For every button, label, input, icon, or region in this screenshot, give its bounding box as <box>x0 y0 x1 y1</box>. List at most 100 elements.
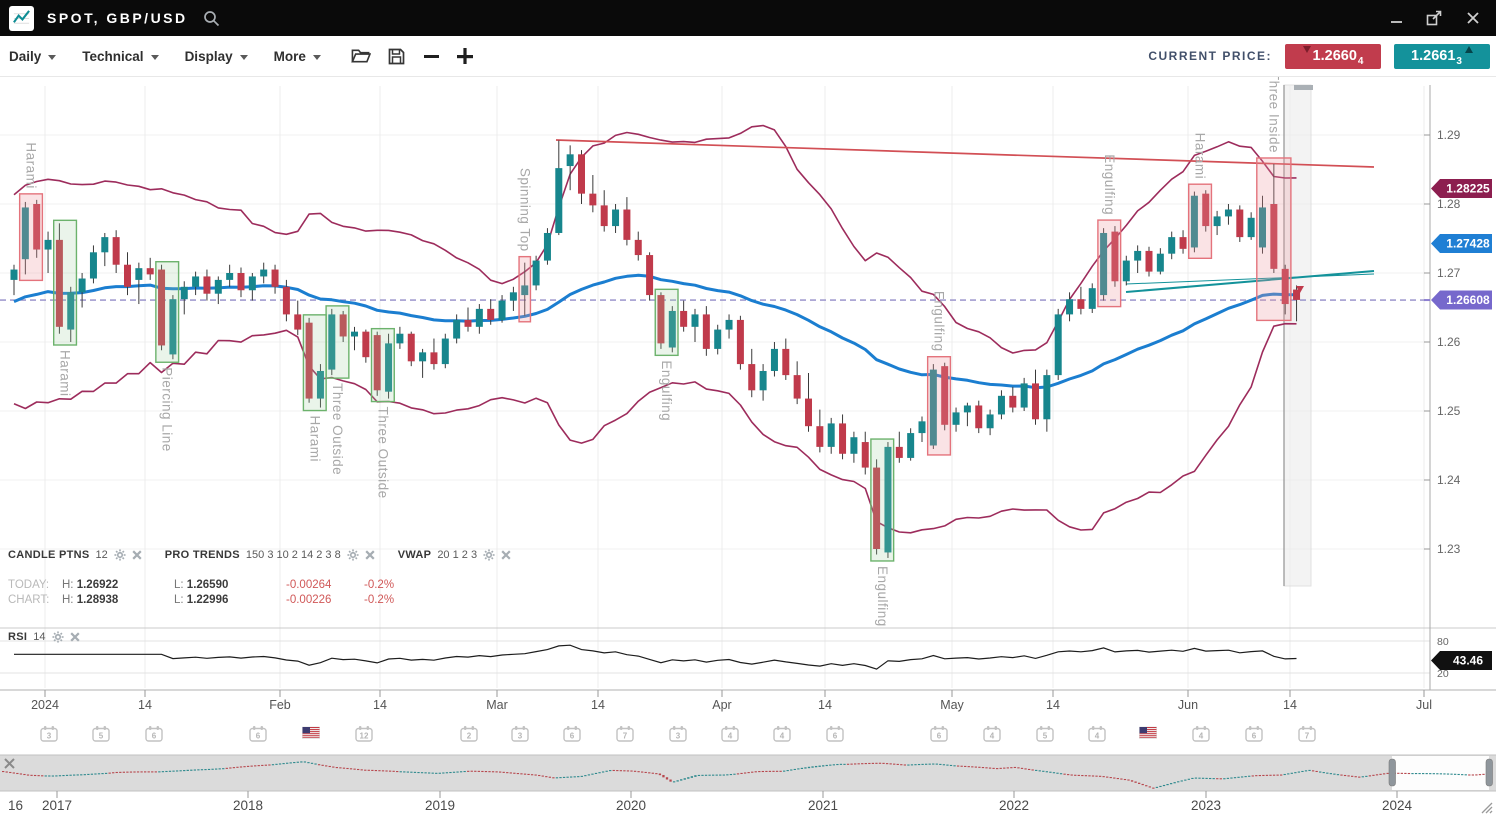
pattern-box-engulfing[interactable] <box>871 439 894 561</box>
pattern-box-harami[interactable] <box>20 194 43 281</box>
rsi-line <box>14 645 1297 669</box>
indicator-rsi: RSI14 <box>8 631 80 643</box>
calendar-event-icon[interactable]: 7 <box>617 726 633 741</box>
candle <box>623 210 630 240</box>
candle <box>1077 299 1084 309</box>
us-flag-icon[interactable] <box>1140 727 1157 739</box>
svg-text:43.46: 43.46 <box>1453 654 1483 668</box>
price-axis-label: 1.27 <box>1437 266 1461 280</box>
calendar-event-icon[interactable]: 4 <box>1193 726 1209 741</box>
navigator-handle-right[interactable] <box>1486 759 1493 786</box>
timeframe-dropdown[interactable]: Daily <box>9 49 56 64</box>
calendar-event-icon[interactable]: 12 <box>356 726 372 741</box>
navigator-handle-left[interactable] <box>1389 759 1396 786</box>
display-dropdown[interactable]: Display <box>185 49 248 64</box>
chart-canvas: HaramiHaramiPiercing LineHaramiThree Out… <box>0 0 1496 822</box>
price-axis-label: 1.28 <box>1437 197 1461 211</box>
settings-icon[interactable] <box>114 549 126 561</box>
candle <box>430 352 437 364</box>
zoom-out-button[interactable] <box>424 54 440 59</box>
candle <box>919 421 926 433</box>
technical-dropdown[interactable]: Technical <box>82 49 158 64</box>
calendar-event-icon[interactable]: 6 <box>827 726 843 741</box>
candle <box>771 349 778 371</box>
candle <box>283 287 290 315</box>
bid-price-badge: 1.26604 <box>1285 44 1381 69</box>
candle <box>499 301 506 320</box>
calendar-event-icon[interactable]: 3 <box>41 726 57 741</box>
more-dropdown[interactable]: More <box>274 49 321 64</box>
minimize-button[interactable] <box>1390 12 1403 24</box>
pattern-label: Engulfing <box>875 566 890 627</box>
trendline[interactable] <box>556 140 1374 167</box>
settings-icon[interactable] <box>483 549 495 561</box>
calendar-event-icon[interactable]: 6 <box>146 726 162 741</box>
close-button[interactable] <box>1466 11 1480 25</box>
pattern-box-harami[interactable] <box>303 315 326 411</box>
candle <box>1157 254 1164 272</box>
search-icon[interactable] <box>203 10 220 27</box>
candle <box>816 426 823 447</box>
calendar-event-icon[interactable]: 4 <box>984 726 1000 741</box>
calendar-event-icon[interactable]: 2 <box>461 726 477 741</box>
settings-icon[interactable] <box>52 631 64 643</box>
chart-stats-row: CHART: H: 1.28938 L: 1.22996 -0.00226 -0… <box>8 594 442 606</box>
calendar-event-icon[interactable]: 4 <box>722 726 738 741</box>
svg-text:3: 3 <box>47 731 52 740</box>
trendline[interactable] <box>1126 271 1374 292</box>
candle <box>249 276 256 290</box>
candle <box>555 168 562 233</box>
candle <box>646 255 653 295</box>
candle <box>192 276 199 286</box>
candle <box>408 334 415 362</box>
year-label: 2023 <box>1191 798 1221 813</box>
calendar-event-icon[interactable]: 3 <box>670 726 686 741</box>
calendar-event-icon[interactable]: 6 <box>250 726 266 741</box>
pattern-label: Engulfing <box>932 291 947 352</box>
remove-indicator-icon[interactable] <box>70 632 80 642</box>
remove-indicator-icon[interactable] <box>132 550 142 560</box>
pattern-box-harami[interactable] <box>1189 184 1212 258</box>
calendar-event-icon[interactable]: 5 <box>1037 726 1053 741</box>
pattern-box-three-inside[interactable] <box>1257 158 1291 320</box>
candle <box>124 265 131 287</box>
calendar-event-icon[interactable]: 3 <box>512 726 528 741</box>
resize-handle[interactable] <box>1482 803 1492 813</box>
calendar-event-icon[interactable]: 5 <box>93 726 109 741</box>
candle <box>714 330 721 349</box>
popout-button[interactable] <box>1426 10 1443 26</box>
pattern-box-piercing-line[interactable] <box>156 262 179 363</box>
open-folder-button[interactable] <box>351 48 371 64</box>
pattern-box-engulfing[interactable] <box>928 357 951 455</box>
calendar-event-icon[interactable]: 4 <box>774 726 790 741</box>
save-button[interactable] <box>388 48 405 65</box>
remove-indicator-icon[interactable] <box>365 550 375 560</box>
zoom-in-button[interactable] <box>457 48 474 65</box>
candle <box>692 314 699 326</box>
pattern-box-engulfing[interactable] <box>655 289 678 355</box>
calendar-event-icon[interactable]: 6 <box>931 726 947 741</box>
timeline-navigator[interactable]: 1620172018201920202021202220232024 <box>0 755 1496 813</box>
settings-icon[interactable] <box>347 549 359 561</box>
calendar-event-icon[interactable]: 6 <box>564 726 580 741</box>
pattern-box-spinning-top[interactable] <box>519 257 530 322</box>
candle <box>442 339 449 365</box>
candle <box>805 399 812 427</box>
price-axis-label: 1.29 <box>1437 128 1461 142</box>
toolbar: Daily Technical Display More CURRENT PRI… <box>0 36 1496 77</box>
remove-indicator-icon[interactable] <box>501 550 511 560</box>
pattern-box-three-outside[interactable] <box>326 306 349 378</box>
pattern-box-three-outside[interactable] <box>372 329 395 402</box>
candle <box>1146 251 1153 272</box>
calendar-event-icon[interactable]: 6 <box>1246 726 1262 741</box>
pattern-label: Engulfing <box>659 360 674 421</box>
candle <box>113 237 120 265</box>
calendar-event-icon[interactable]: 4 <box>1089 726 1105 741</box>
year-label: 2021 <box>808 798 838 813</box>
candle <box>101 237 108 252</box>
pattern-box-harami[interactable] <box>54 220 77 345</box>
candle <box>839 423 846 453</box>
calendar-event-icon[interactable]: 7 <box>1299 726 1315 741</box>
pattern-box-engulfing[interactable] <box>1098 220 1121 307</box>
us-flag-icon[interactable] <box>303 727 320 739</box>
